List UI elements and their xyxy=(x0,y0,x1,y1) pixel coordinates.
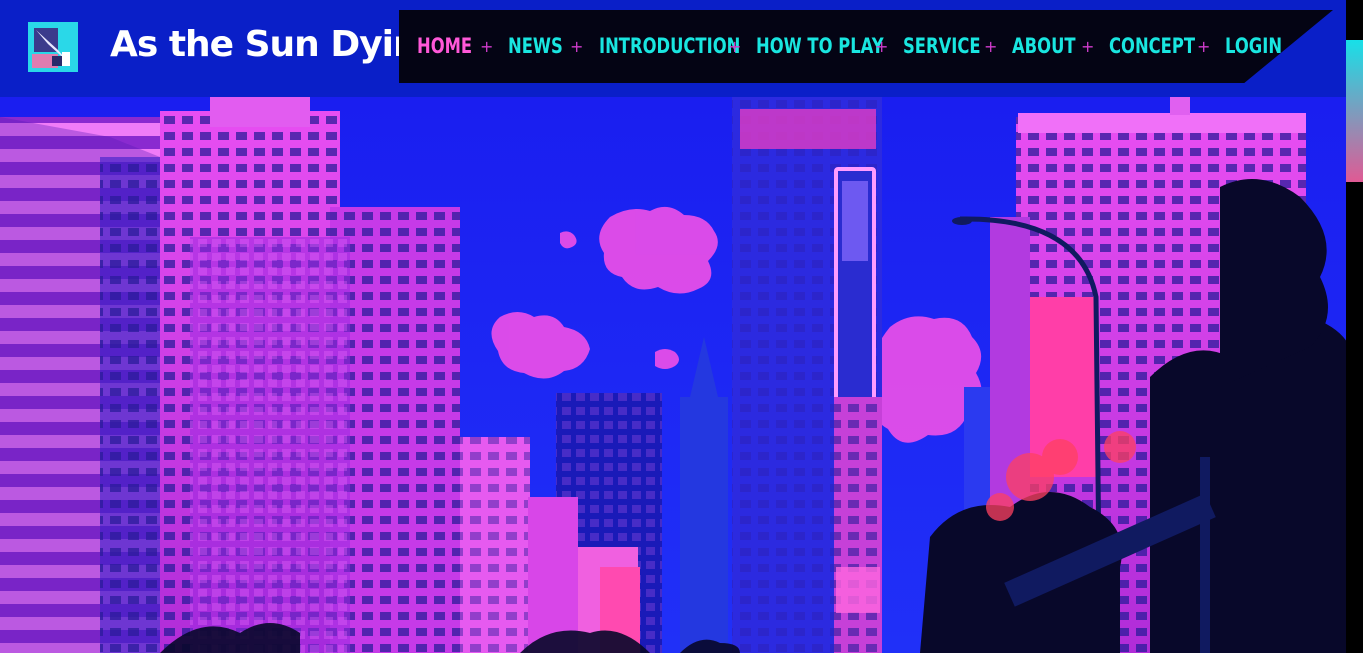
cityscape-illustration xyxy=(0,97,1346,653)
nav-item-home[interactable]: HOME xyxy=(417,10,472,83)
nav-item-concept[interactable]: CONCEPT xyxy=(1109,10,1195,83)
nav-item-service[interactable]: SERVICE xyxy=(903,10,981,83)
nav-separator: + xyxy=(875,37,889,56)
nav-separator: + xyxy=(570,37,584,56)
nav-separator: + xyxy=(1081,37,1095,56)
site-title[interactable]: As the Sun Dying xyxy=(110,24,443,65)
page-scrollbar[interactable] xyxy=(1346,0,1363,653)
nav-item-login[interactable]: LOGIN xyxy=(1225,10,1282,83)
scrollbar-thumb[interactable] xyxy=(1346,40,1363,182)
nav-item-news[interactable]: NEWS xyxy=(508,10,563,83)
main-nav: HOME + NEWS + INTRODUCTION + HOW TO PLAY + SERVI… xyxy=(399,10,1333,83)
nav-item-how-to-play[interactable]: HOW TO PLAY xyxy=(756,10,884,83)
nav-separator: + xyxy=(728,37,742,56)
nav-separator: + xyxy=(1197,37,1211,56)
nav-item-about[interactable]: ABOUT xyxy=(1012,10,1076,83)
nav-separator: + xyxy=(984,37,998,56)
logo-icon[interactable] xyxy=(28,22,78,72)
page: As the Sun Dying HOME + NEWS + INTRODUCTION +… xyxy=(0,0,1363,653)
hero-image xyxy=(0,97,1346,653)
site-header: As the Sun Dying HOME + NEWS + INTRODUCTION +… xyxy=(0,0,1346,97)
nav-separator: + xyxy=(480,37,494,56)
nav-item-introduction[interactable]: INTRODUCTION xyxy=(599,10,740,83)
